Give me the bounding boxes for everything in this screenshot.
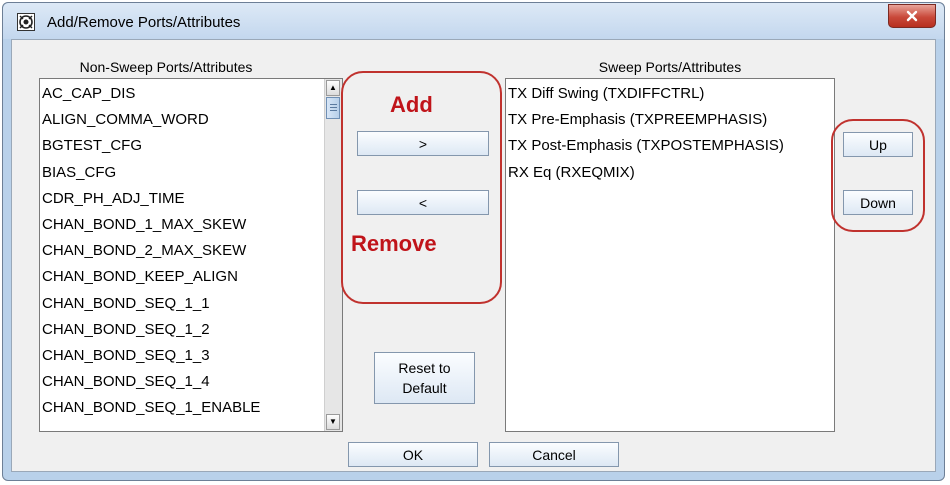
non-sweep-list-item[interactable]: CHAN_BOND_SEQ_1_4 [40,369,325,395]
dialog-window: Add/Remove Ports/Attributes Non-Sweep Po… [2,2,945,481]
non-sweep-list-item[interactable]: CHAN_BOND_SEQ_1_ENABLE [40,395,325,421]
cancel-button[interactable]: Cancel [489,442,619,467]
sweep-list-item[interactable]: TX Post-Emphasis (TXPOSTEMPHASIS) [506,133,834,159]
non-sweep-items: AC_CAP_DIS ALIGN_COMMA_WORD BGTEST_CFG BIAS… [40,81,325,421]
non-sweep-list-item[interactable]: ALIGN_COMMA_WORD [40,107,325,133]
sweep-list-item[interactable]: TX Pre-Emphasis (TXPREEMPHASIS) [506,107,834,133]
scroll-down-arrow-icon[interactable]: ▼ [326,414,340,430]
non-sweep-list-item[interactable]: CHAN_BOND_1_MAX_SKEW [40,212,325,238]
dialog-body: Non-Sweep Ports/Attributes AC_CAP_DIS ALI… [11,39,936,472]
app-logo-icon [17,13,35,31]
scroll-thumb[interactable] [326,97,340,119]
non-sweep-scrollbar[interactable]: ▲ ▼ [324,79,342,431]
window-title: Add/Remove Ports/Attributes [47,14,241,31]
non-sweep-list-item[interactable]: AC_CAP_DIS [40,81,325,107]
remove-annotation-label: Remove [351,231,437,256]
add-annotation-label: Add [390,92,433,117]
sweep-items: TX Diff Swing (TXDIFFCTRL) TX Pre-Emphasi… [506,81,834,186]
non-sweep-list-item[interactable]: CHAN_BOND_2_MAX_SKEW [40,238,325,264]
non-sweep-list-item[interactable]: CHAN_BOND_SEQ_1_2 [40,317,325,343]
up-button[interactable]: Up [843,132,913,157]
sweep-caption: Sweep Ports/Attributes [598,59,742,75]
reset-line-2: Default [402,380,447,396]
non-sweep-list-item[interactable]: BGTEST_CFG [40,133,325,159]
sweep-list-item[interactable]: RX Eq (RXEQMIX) [506,160,834,186]
sweep-list[interactable]: TX Diff Swing (TXDIFFCTRL) TX Pre-Emphasi… [505,78,835,432]
non-sweep-caption: Non-Sweep Ports/Attributes [79,59,253,75]
close-icon [906,10,918,22]
non-sweep-list-item[interactable]: CHAN_BOND_SEQ_1_3 [40,343,325,369]
sweep-list-item[interactable]: TX Diff Swing (TXDIFFCTRL) [506,81,834,107]
add-button[interactable]: > [357,131,489,156]
remove-button[interactable]: < [357,190,489,215]
non-sweep-list-item[interactable]: CHAN_BOND_KEEP_ALIGN [40,264,325,290]
ok-button[interactable]: OK [348,442,478,467]
non-sweep-list-item[interactable]: CDR_PH_ADJ_TIME [40,186,325,212]
non-sweep-list-item[interactable]: BIAS_CFG [40,160,325,186]
scroll-up-arrow-icon[interactable]: ▲ [326,80,340,96]
down-button[interactable]: Down [843,190,913,215]
non-sweep-list[interactable]: AC_CAP_DIS ALIGN_COMMA_WORD BGTEST_CFG BIAS… [39,78,343,432]
close-button[interactable] [888,4,936,28]
reset-line-1: Reset to [398,360,451,376]
non-sweep-list-item[interactable]: CHAN_BOND_SEQ_1_1 [40,291,325,317]
title-bar: Add/Remove Ports/Attributes [3,3,944,39]
reset-to-default-button[interactable]: Reset to Default [374,352,475,404]
